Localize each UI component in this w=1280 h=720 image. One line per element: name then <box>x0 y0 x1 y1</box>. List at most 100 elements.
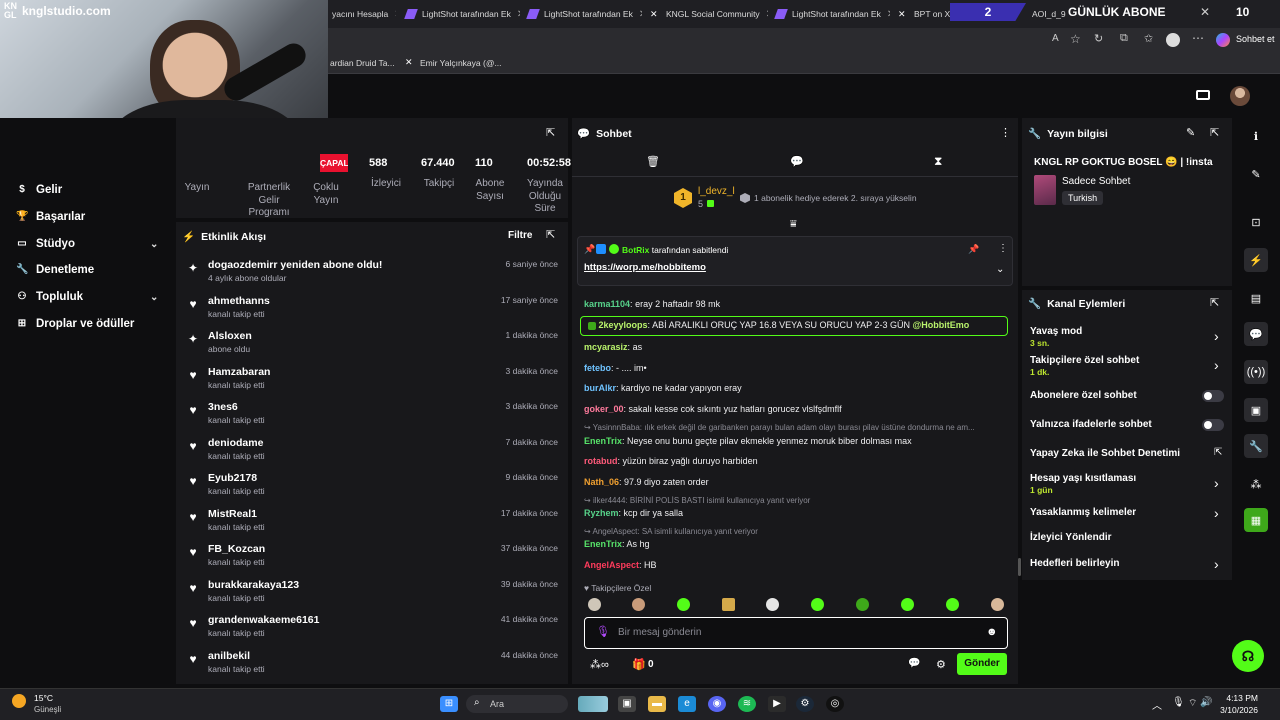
steam-icon[interactable]: ⚙ <box>796 696 814 712</box>
browser-tab[interactable]: yacını Hesapla ✕ <box>326 4 396 24</box>
bolt-icon[interactable]: ⚡ <box>1244 248 1268 272</box>
extensions-icon[interactable]: ⧉ <box>1120 32 1128 45</box>
toggle-switch[interactable] <box>1202 419 1224 431</box>
chat-username[interactable]: goker_00 <box>584 404 624 414</box>
send-button[interactable]: Gönder <box>957 653 1007 675</box>
emote-icon[interactable] <box>722 598 735 611</box>
spotify-icon[interactable]: ≋ <box>738 696 756 712</box>
activity-item[interactable]: ✦ dogaozdemirr yeniden abone oldu! 4 aylık… <box>186 259 564 293</box>
chat-username[interactable]: EnenTrix <box>584 436 622 446</box>
channel-action-label[interactable]: Yavaş mod <box>1030 326 1082 337</box>
chevron-up-icon[interactable]: ︿ <box>1152 697 1162 712</box>
weather-temp[interactable]: 15°C <box>34 693 53 703</box>
favorites-icon[interactable]: ✩ <box>1144 32 1153 45</box>
gear-icon[interactable]: ⚙ <box>936 658 946 671</box>
info-icon[interactable]: ℹ <box>1244 124 1268 148</box>
activity-item[interactable]: ♥ anilbekil kanalı takip etti 44 dakika önc… <box>186 650 564 684</box>
chat-bubble-icon[interactable]: 💬 <box>1244 322 1268 346</box>
close-icon[interactable]: ✕ <box>1200 5 1210 19</box>
activity-item[interactable]: ♥ Eyub2178 kanalı takip etti 9 dakika önce <box>186 472 564 506</box>
channel-action-label[interactable]: Abonelere özel sohbet <box>1030 390 1137 401</box>
emote-icon[interactable] <box>588 598 601 611</box>
channel-action-label[interactable]: Yasaklanmış kelimeler <box>1030 507 1136 518</box>
more-icon[interactable]: ⋯ <box>1192 31 1204 45</box>
chat-username[interactable]: karma1104 <box>584 299 630 309</box>
sidebar-item-studio[interactable]: ▭ Stüdyo ⌄ <box>16 238 166 250</box>
task-view-icon[interactable]: ▣ <box>618 696 636 712</box>
chat-username[interactable]: AngelAspect <box>584 560 639 570</box>
discord-icon[interactable]: ◉ <box>708 696 726 712</box>
points-icon[interactable]: ⁂∞ <box>590 658 609 671</box>
edge-icon[interactable]: e <box>678 696 696 712</box>
chat-reply-context[interactable]: ↪ YasinnnBaba: ılık erkek değil de garib… <box>584 423 1004 432</box>
more-vertical-icon[interactable]: ⋮ <box>1000 126 1011 139</box>
chat-username[interactable]: fetebo <box>584 363 611 373</box>
camera-icon[interactable]: ⊡ <box>1244 210 1268 234</box>
filter-button[interactable]: Filtre <box>508 230 532 241</box>
widgets-icon[interactable] <box>578 696 608 712</box>
channel-action-label[interactable]: Hesap yaşı kısıtlaması <box>1030 473 1136 484</box>
chat-mention[interactable]: @HobbitEmo <box>913 320 970 330</box>
gift-icon[interactable]: 🎁 <box>632 658 646 671</box>
stream-category[interactable]: Sadece Sohbet <box>1062 176 1130 187</box>
activity-item[interactable]: ♥ MistReal1 kanalı takip etti 17 dakika önc… <box>186 508 564 542</box>
emote-icon[interactable] <box>946 598 959 611</box>
kick-logo-icon[interactable] <box>1196 90 1210 100</box>
chevron-right-icon[interactable]: › <box>1214 357 1219 373</box>
file-explorer-icon[interactable]: ▬ <box>648 696 666 712</box>
clock-date[interactable]: 3/10/2026 <box>1214 705 1258 715</box>
channel-action-label[interactable]: Yalnızca ifadelerle sohbet <box>1030 419 1152 430</box>
category-thumbnail[interactable] <box>1034 175 1056 205</box>
trash-icon[interactable]: 🗑 <box>646 155 660 168</box>
scrollbar[interactable] <box>1018 558 1021 576</box>
close-icon[interactable]: ✕ <box>766 9 768 20</box>
volume-icon[interactable]: 🔊 <box>1200 697 1212 708</box>
community-icon[interactable]: ⁂ <box>1244 472 1268 496</box>
sidebar-item-achievements[interactable]: 🏆 Başarılar <box>16 211 85 223</box>
broadcast-icon[interactable]: ((•)) <box>1244 360 1268 384</box>
microphone-icon[interactable]: 🎙 <box>1172 697 1185 708</box>
bookmark-item[interactable]: Emir Yalçınkaya (@... <box>420 58 502 68</box>
browser-tab[interactable]: AOI_d_98... <box>1026 4 1066 24</box>
chevron-right-icon[interactable]: › <box>1214 328 1219 344</box>
read-aloud-icon[interactable]: A <box>1052 33 1059 44</box>
bookmark-item[interactable]: ardian Druid Ta... <box>330 58 395 68</box>
emote-icon[interactable] <box>901 598 914 611</box>
popout-icon[interactable]: ⇱ <box>1210 296 1219 309</box>
chevron-right-icon[interactable]: › <box>1214 475 1219 491</box>
browser-tab[interactable]: LightShot tarafından Ek ✕ <box>770 4 890 24</box>
pinned-author[interactable]: BotRix <box>622 245 649 255</box>
activity-item[interactable]: ♥ FB_Kozcan kanalı takip etti 37 dakika önc… <box>186 543 564 577</box>
activity-item[interactable]: ♥ grandenwakaeme6161 kanalı takip etti 41 d… <box>186 614 564 648</box>
refresh-icon[interactable]: ↻ <box>1094 32 1103 45</box>
sidebar-item-moderation[interactable]: 🔧 Denetleme <box>16 264 94 276</box>
star-icon[interactable]: ☆ <box>1070 32 1081 46</box>
pinned-link[interactable]: https://worp.me/hobbitemo <box>584 262 706 273</box>
browser-tab[interactable]: LightShot tarafından Ek ✕ <box>522 4 642 24</box>
emote-icon[interactable] <box>811 598 824 611</box>
clock-time[interactable]: 4:13 PM <box>1222 693 1258 703</box>
popout-icon[interactable]: ⇱ <box>1210 126 1219 139</box>
copilot-label[interactable]: Sohbet et <box>1236 34 1275 44</box>
close-icon[interactable]: ✕ <box>394 9 396 20</box>
top-gifter-name[interactable]: l_devz_l <box>698 186 735 197</box>
sidebar-item-community[interactable]: ⚇ Topluluk ⌄ <box>16 291 166 303</box>
chevron-right-icon[interactable]: › <box>1214 505 1219 521</box>
activity-item[interactable]: ✦ Alsloxen abone oldu 1 dakika önce <box>186 330 564 364</box>
terminal-icon[interactable]: ▶ <box>768 696 786 712</box>
channel-action-label[interactable]: Hedefleri belirleyin <box>1030 558 1119 569</box>
windows-start-icon[interactable]: ⊞ <box>440 696 458 712</box>
more-vertical-icon[interactable]: ⋮ <box>998 243 1008 254</box>
chat-username[interactable]: burAlkr <box>584 383 616 393</box>
emote-icon[interactable] <box>991 598 1004 611</box>
emote-icon[interactable] <box>766 598 779 611</box>
chat-bubble-icon[interactable]: 💬 <box>790 155 804 168</box>
layout-icon[interactable]: ▣ <box>1244 398 1268 422</box>
browser-tab[interactable]: ✕ KNGL Social Community ✕ <box>644 4 768 24</box>
wrench-icon[interactable]: 🔧 <box>1244 434 1268 458</box>
close-icon[interactable]: ✕ <box>639 9 642 20</box>
document-icon[interactable]: ▤ <box>1244 286 1268 310</box>
chat-reply-context[interactable]: ↪ AngelAspect: SA isimli kullanıcıya yan… <box>584 527 1004 536</box>
channel-action-label[interactable]: İzleyici Yönlendir <box>1030 532 1112 543</box>
browser-tab[interactable]: LightShot tarafından Ek ✕ <box>400 4 520 24</box>
